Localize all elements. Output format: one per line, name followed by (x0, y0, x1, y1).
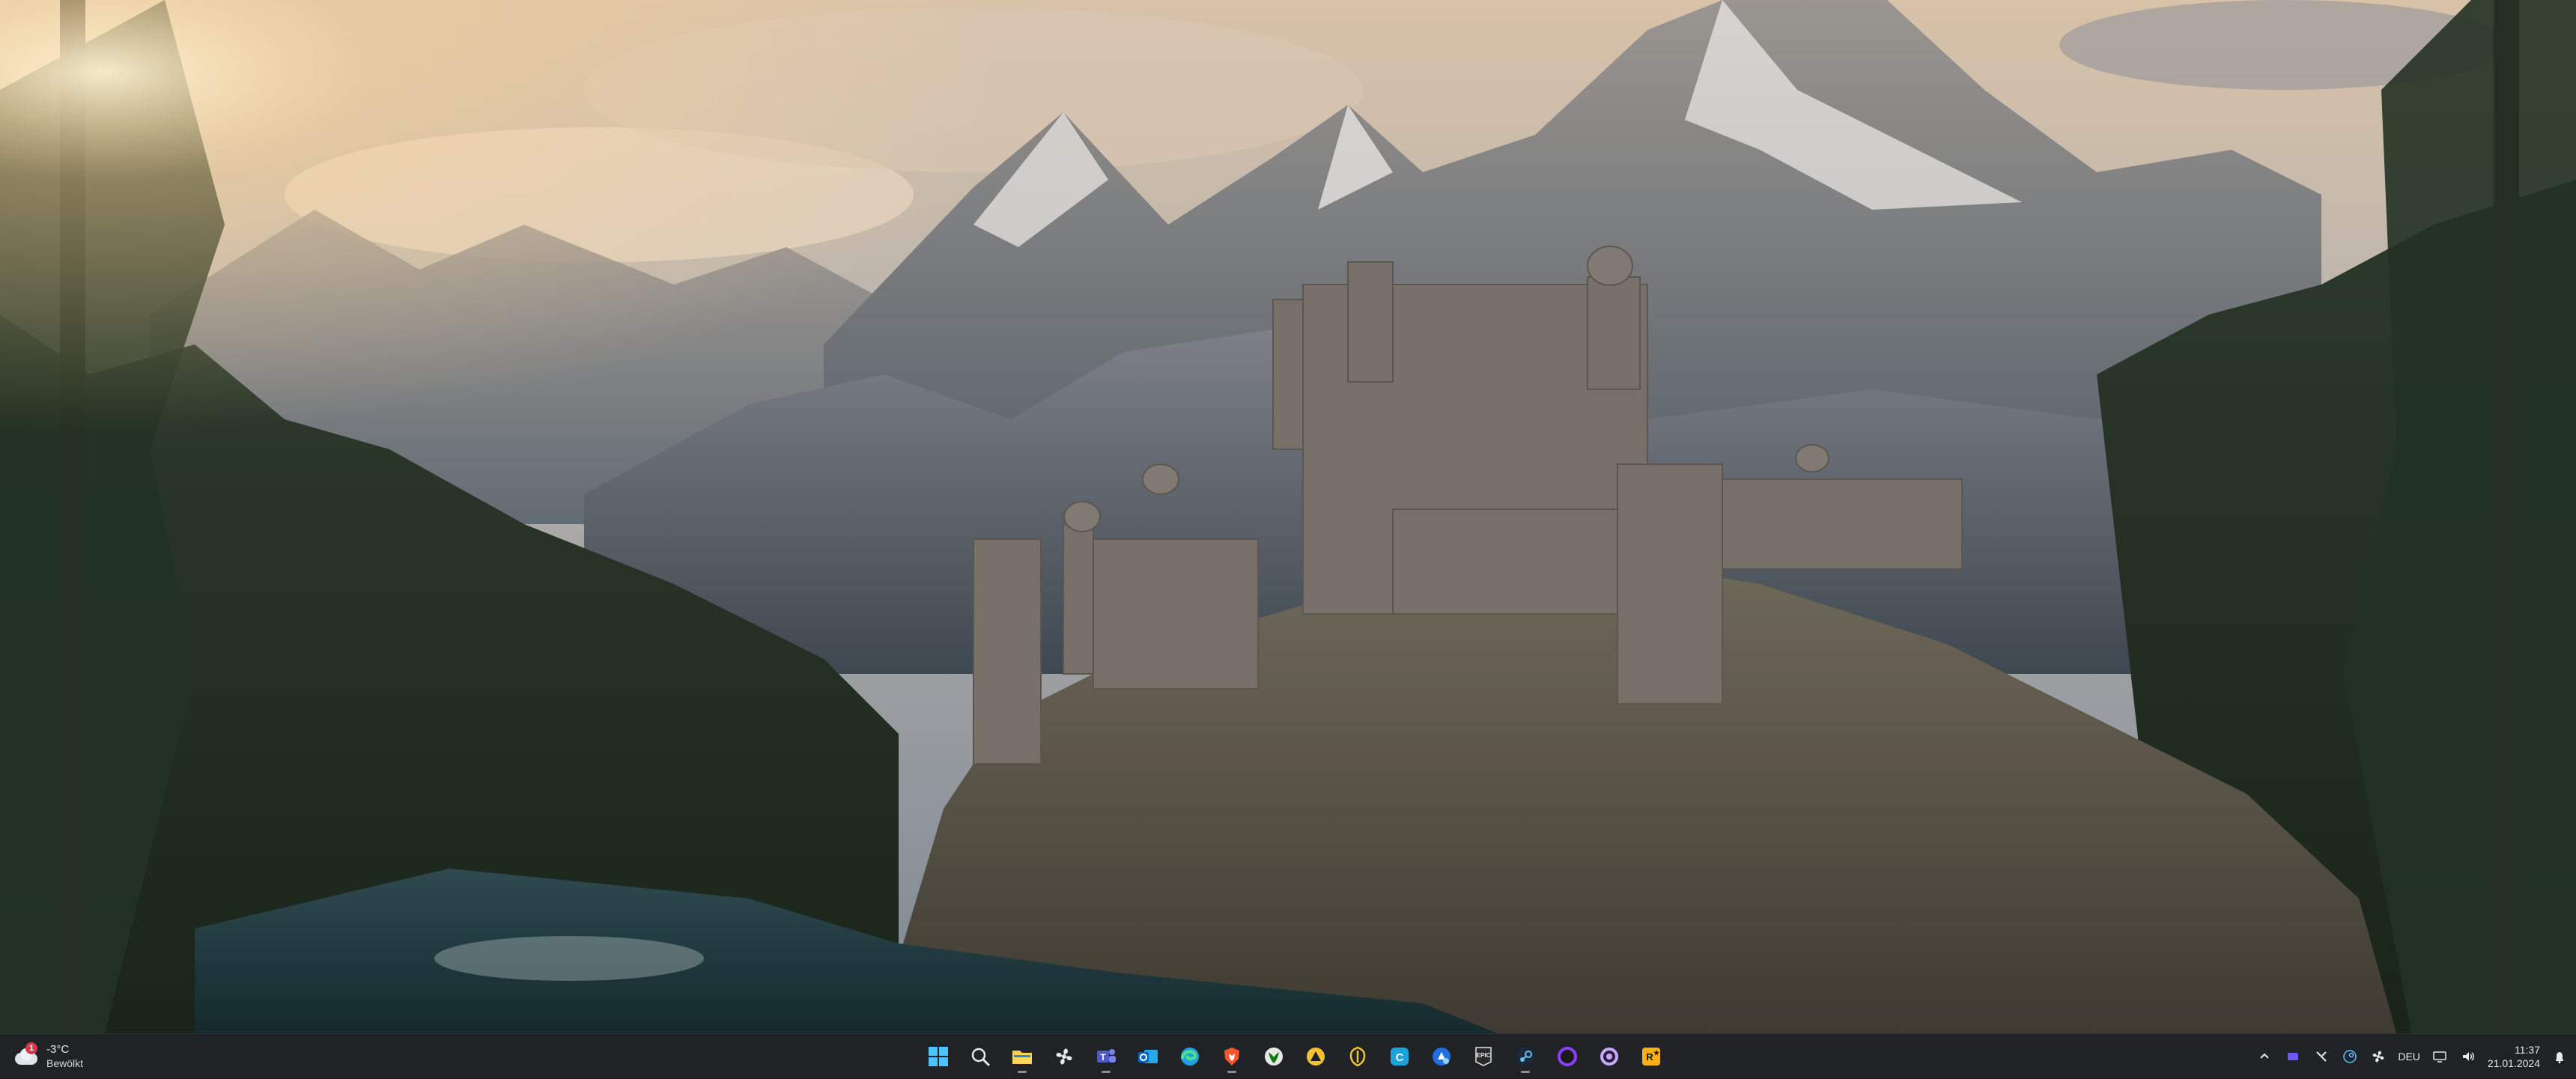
folder-icon[interactable] (1005, 1039, 1039, 1074)
chevron-up-icon[interactable] (2255, 1048, 2273, 1066)
rockstar-icon[interactable]: R ★ (1634, 1039, 1668, 1074)
taskbar: 1 -3°C Bewölkt T C EPIC R ★ DEU 11:37 21… (0, 1033, 2576, 1078)
xbox-icon[interactable] (1257, 1039, 1291, 1074)
cloudy-weather-icon: 1 (13, 1042, 39, 1066)
fan-icon[interactable] (1047, 1039, 1081, 1074)
c-app-icon[interactable]: C (1382, 1039, 1417, 1074)
triangle-app-icon[interactable] (1298, 1039, 1333, 1074)
svg-text:C: C (1396, 1051, 1404, 1064)
language-indicator[interactable]: DEU (2398, 1051, 2420, 1063)
target-app-icon[interactable] (1592, 1039, 1626, 1074)
taskbar-pinned-apps: T C EPIC R ★ (921, 1034, 1668, 1079)
brave-icon[interactable] (1215, 1039, 1249, 1074)
fan-tray-icon[interactable] (2369, 1048, 2387, 1066)
clock-time: 11:37 (2515, 1044, 2540, 1056)
svg-text:EPIC: EPIC (1477, 1052, 1491, 1059)
steam-icon[interactable] (1508, 1039, 1543, 1074)
svg-text:★: ★ (1653, 1049, 1660, 1057)
shield-app-icon[interactable] (1340, 1039, 1375, 1074)
outlook-icon[interactable] (1131, 1039, 1165, 1074)
castle-landscape-wallpaper (0, 0, 2576, 1033)
weather-condition: Bewölkt (46, 1057, 84, 1069)
tools-tray-icon[interactable] (2312, 1048, 2330, 1066)
blue-app-icon[interactable] (1424, 1039, 1459, 1074)
svg-text:T: T (1100, 1052, 1106, 1063)
weather-widget[interactable]: 1 -3°C Bewölkt (13, 1040, 83, 1073)
desktop-wallpaper (0, 0, 2576, 1033)
notification-bell-icon[interactable] (2551, 1048, 2569, 1066)
teams-icon[interactable]: T (1089, 1039, 1123, 1074)
weather-temperature: -3°C (46, 1043, 70, 1056)
volume-icon[interactable] (2459, 1048, 2477, 1066)
network-icon[interactable] (2431, 1048, 2449, 1066)
epic-games-icon[interactable]: EPIC (1466, 1039, 1501, 1074)
search-icon[interactable] (963, 1039, 997, 1074)
edge-icon[interactable] (1173, 1039, 1207, 1074)
steam-tray-icon[interactable] (2341, 1048, 2359, 1066)
system-tray: DEU 11:37 21.01.2024 (2255, 1034, 2569, 1079)
clock[interactable]: 11:37 21.01.2024 (2488, 1043, 2540, 1070)
windows-start-icon[interactable] (921, 1039, 956, 1074)
notification-badge: 1 (25, 1042, 37, 1054)
clock-date: 21.01.2024 (2487, 1057, 2540, 1069)
purple-ring-icon[interactable] (1550, 1039, 1585, 1074)
svg-text:R: R (1646, 1051, 1653, 1063)
purple-app-tray-icon[interactable] (2284, 1048, 2302, 1066)
